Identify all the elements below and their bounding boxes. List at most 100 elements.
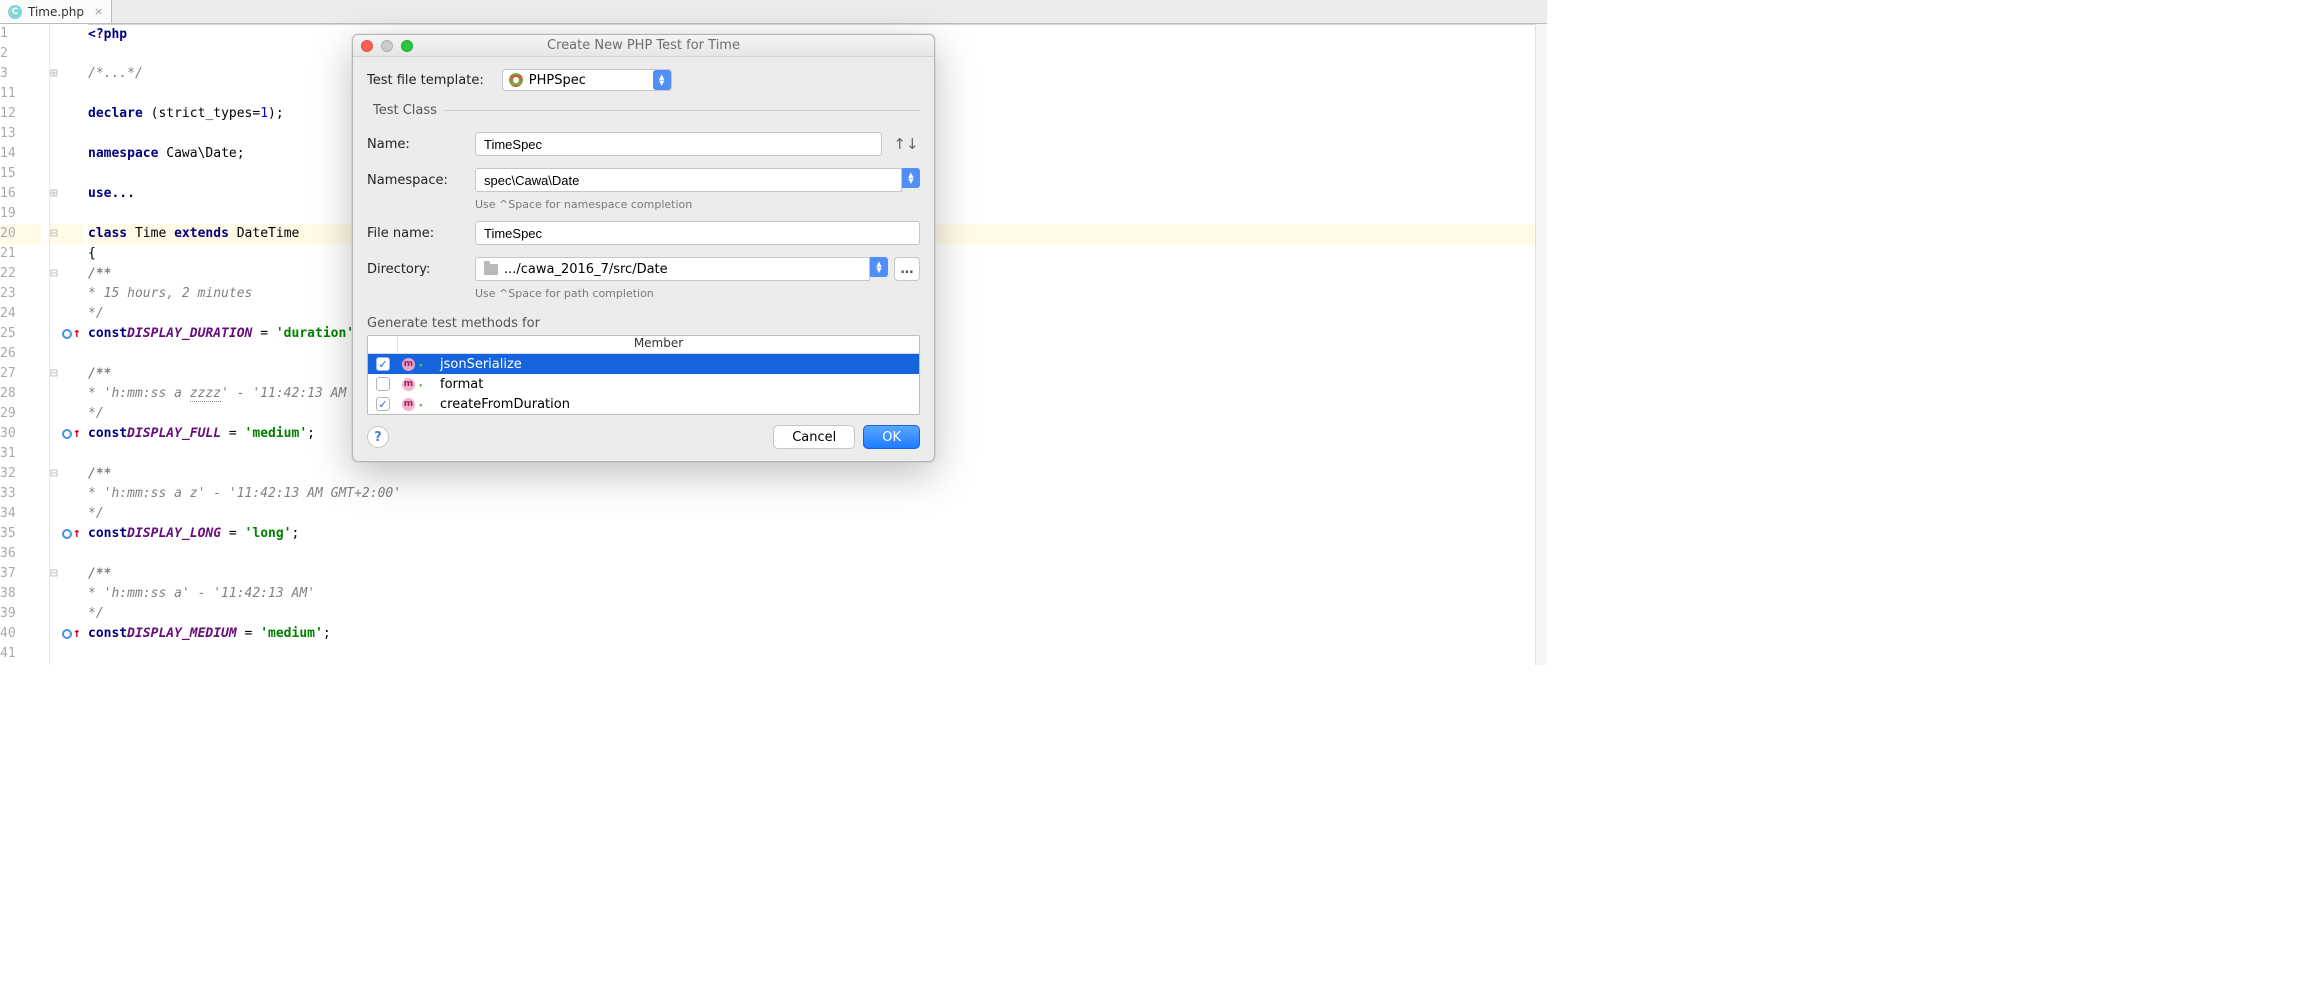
line-number: 27 [0, 364, 41, 384]
member-checkbox[interactable] [376, 397, 390, 411]
fold-toggle-icon [50, 624, 62, 644]
create-test-dialog: Create New PHP Test for Time Test file t… [352, 34, 935, 462]
window-zoom-icon[interactable] [401, 40, 413, 52]
namespace-input[interactable] [475, 168, 902, 192]
line-number: 37 [0, 564, 41, 584]
line-number: 15 [0, 164, 41, 184]
name-input[interactable] [475, 132, 882, 156]
members-table: Member m ⬩ jsonSerialize m ⬩ format m ⬩ [367, 335, 920, 415]
cancel-button[interactable]: Cancel [773, 425, 855, 449]
template-label: Test file template: [367, 73, 484, 88]
line-number-gutter: 1231112131415161920212223242526272829303… [0, 24, 50, 665]
editor-tab-bar: C Time.php × [0, 0, 1547, 24]
arrow-up-icon: ↑ [73, 324, 81, 344]
fold-toggle-icon[interactable]: ⊟ [50, 364, 62, 384]
override-marker-icon[interactable] [62, 629, 72, 639]
static-badge-icon: ⬩ [419, 380, 427, 388]
member-column-header[interactable]: Member [398, 336, 919, 353]
code-line[interactable]: */ [88, 504, 1547, 524]
code-line[interactable]: const DISPLAY_LONG = 'long'; [88, 524, 1547, 544]
file-type-icon: C [8, 5, 22, 19]
folder-icon [484, 264, 498, 275]
fold-toggle-icon [50, 304, 62, 324]
member-row[interactable]: m ⬩ createFromDuration [368, 394, 919, 414]
browse-directory-button[interactable]: … [894, 257, 920, 281]
code-line[interactable] [88, 644, 1547, 664]
fold-toggle-icon[interactable]: ⊟ [50, 564, 62, 584]
member-row[interactable]: m ⬩ jsonSerialize [368, 354, 919, 374]
fold-toggle-icon[interactable]: ⊟ [50, 464, 62, 484]
code-line[interactable]: const DISPLAY_MEDIUM = 'medium'; [88, 624, 1547, 644]
generate-methods-label: Generate test methods for [367, 316, 920, 331]
tab-close-icon[interactable]: × [94, 5, 103, 18]
overview-ruler[interactable] [1535, 24, 1547, 665]
sort-alpha-icon[interactable]: ↑↓ [892, 132, 920, 156]
fold-column[interactable]: ⊞ ⊞ ⊟ ⊟ ⊟ ⊟ ⊟ [50, 24, 62, 665]
fold-toggle-icon[interactable]: ⊟ [50, 224, 62, 244]
member-checkbox[interactable] [376, 377, 390, 391]
code-line[interactable]: */ [88, 604, 1547, 624]
code-line[interactable]: * 'h:mm:ss a' - '11:42:13 AM' [88, 584, 1547, 604]
line-number: 32 [0, 464, 41, 484]
member-name: createFromDuration [438, 397, 919, 412]
line-number: 40 [0, 624, 41, 644]
file-name-label: File name: [367, 226, 465, 241]
line-number: 34 [0, 504, 41, 524]
directory-value: .../cawa_2016_7/src/Date [504, 262, 668, 277]
fold-toggle-icon[interactable]: ⊟ [50, 264, 62, 284]
code-line[interactable]: * 'h:mm:ss a z' - '11:42:13 AM GMT+2:00' [88, 484, 1547, 504]
line-number: 11 [0, 84, 41, 104]
directory-label: Directory: [367, 262, 465, 277]
override-marker-icon[interactable] [62, 329, 72, 339]
test-class-legend: Test Class [367, 103, 443, 118]
fold-toggle-icon [50, 504, 62, 524]
line-number: 19 [0, 204, 41, 224]
fold-toggle-icon[interactable]: ⊞ [50, 184, 62, 204]
member-checkbox[interactable] [376, 357, 390, 371]
fold-toggle-icon [50, 524, 62, 544]
fold-toggle-icon [50, 344, 62, 364]
fold-toggle-icon[interactable]: ⊞ [50, 64, 62, 84]
fold-toggle-icon [50, 44, 62, 64]
file-name-input[interactable] [475, 221, 920, 245]
fold-toggle-icon [50, 424, 62, 444]
method-icon: m [402, 398, 415, 411]
arrow-up-icon: ↑ [73, 424, 81, 444]
window-close-icon[interactable] [361, 40, 373, 52]
namespace-hint: Use ^Space for namespace completion [475, 198, 920, 211]
fold-toggle-icon [50, 204, 62, 224]
fold-toggle-icon [50, 604, 62, 624]
chevron-up-down-icon[interactable]: ▲▼ [902, 168, 920, 188]
method-icon: m [402, 358, 415, 371]
code-line[interactable]: /** [88, 564, 1547, 584]
fold-toggle-icon [50, 84, 62, 104]
line-number: 13 [0, 124, 41, 144]
code-line[interactable] [88, 544, 1547, 564]
fold-toggle-icon [50, 244, 62, 264]
dialog-titlebar[interactable]: Create New PHP Test for Time [353, 35, 934, 57]
fold-toggle-icon [50, 484, 62, 504]
line-number: 24 [0, 304, 41, 324]
arrow-up-icon: ↑ [73, 624, 81, 644]
member-row[interactable]: m ⬩ format [368, 374, 919, 394]
chevron-up-down-icon[interactable]: ▲▼ [653, 70, 671, 90]
help-button[interactable]: ? [367, 426, 389, 448]
line-number: 20 [0, 224, 41, 244]
override-marker-icon[interactable] [62, 529, 72, 539]
line-number: 31 [0, 444, 41, 464]
dialog-title: Create New PHP Test for Time [353, 38, 934, 53]
line-number: 3 [0, 64, 41, 84]
ok-button[interactable]: OK [863, 425, 920, 449]
fold-toggle-icon [50, 644, 62, 664]
fold-toggle-icon [50, 124, 62, 144]
fold-toggle-icon [50, 584, 62, 604]
line-number: 14 [0, 144, 41, 164]
editor-tab-time-php[interactable]: C Time.php × [0, 0, 112, 23]
line-number: 21 [0, 244, 41, 264]
chevron-up-down-icon[interactable]: ▲▼ [870, 257, 888, 277]
override-marker-icon[interactable] [62, 429, 72, 439]
template-combobox[interactable]: PHPSpec ▲▼ [502, 69, 672, 91]
line-number: 29 [0, 404, 41, 424]
line-number: 16 [0, 184, 41, 204]
code-line[interactable]: /** [88, 464, 1547, 484]
